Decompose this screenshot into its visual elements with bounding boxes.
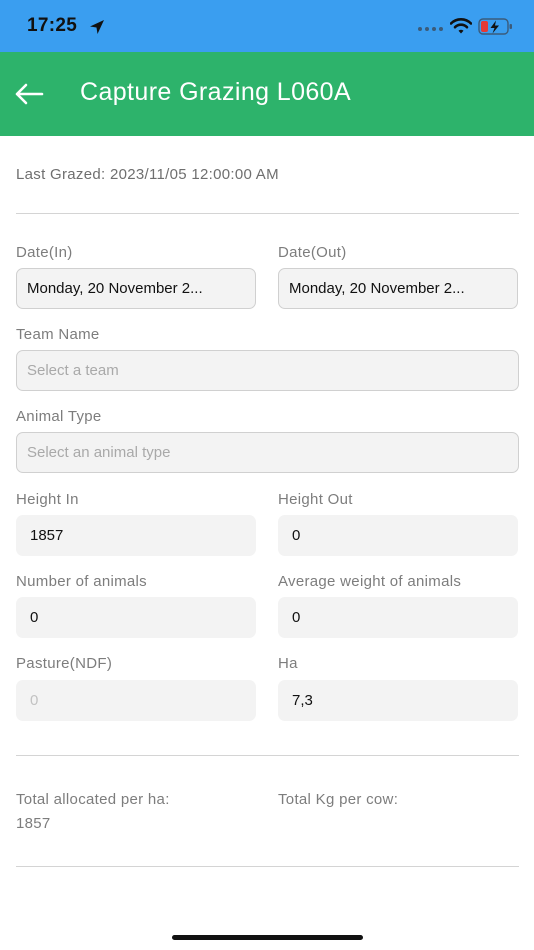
date-in-field[interactable]: Monday, 20 November 2... — [16, 268, 256, 309]
num-animals-label: Number of animals — [16, 573, 147, 590]
num-animals-value: 0 — [30, 609, 39, 626]
height-out-label: Height Out — [278, 491, 353, 508]
height-in-label: Height In — [16, 491, 79, 508]
date-out-label: Date(Out) — [278, 244, 347, 261]
pasture-ndf-label: Pasture(NDF) — [16, 655, 113, 672]
date-out-field[interactable]: Monday, 20 November 2... — [278, 268, 518, 309]
divider — [16, 866, 519, 867]
status-time: 17:25 — [27, 15, 78, 36]
pasture-ndf-input: 0 — [16, 680, 256, 721]
ha-input[interactable]: 7,3 — [278, 680, 518, 721]
divider — [16, 755, 519, 756]
num-animals-input[interactable]: 0 — [16, 597, 256, 638]
battery-charging-icon — [478, 17, 514, 42]
ha-label: Ha — [278, 655, 298, 672]
total-kg-label: Total Kg per cow: — [278, 791, 399, 808]
animal-type-select-placeholder: Select an animal type — [27, 444, 171, 461]
avg-weight-value: 0 — [292, 609, 301, 626]
ha-value: 7,3 — [292, 692, 313, 709]
arrow-left-icon — [15, 83, 44, 105]
animal-type-label: Animal Type — [16, 408, 102, 425]
last-grazed-text: Last Grazed: 2023/11/05 12:00:00 AM — [16, 166, 279, 183]
team-select[interactable]: Select a team — [16, 350, 519, 391]
height-in-input[interactable]: 1857 — [16, 515, 256, 556]
home-indicator[interactable] — [172, 935, 363, 940]
back-button[interactable] — [12, 79, 46, 109]
date-in-label: Date(In) — [16, 244, 73, 261]
app-bar: Capture Grazing L060A — [0, 52, 534, 136]
date-out-value: Monday, 20 November 2... — [289, 280, 465, 297]
date-in-value: Monday, 20 November 2... — [27, 280, 203, 297]
team-select-placeholder: Select a team — [27, 362, 119, 379]
height-out-value: 0 — [292, 527, 301, 544]
signal-dots-icon — [418, 27, 443, 31]
total-allocated-label: Total allocated per ha: — [16, 791, 170, 808]
team-name-label: Team Name — [16, 326, 100, 343]
pasture-ndf-value: 0 — [30, 692, 39, 709]
page-title: Capture Grazing L060A — [80, 78, 352, 106]
animal-type-select[interactable]: Select an animal type — [16, 432, 519, 473]
avg-weight-input[interactable]: 0 — [278, 597, 518, 638]
wifi-icon — [449, 17, 473, 40]
height-in-value: 1857 — [30, 527, 64, 544]
status-bar: 17:25 — [0, 0, 534, 52]
divider — [16, 213, 519, 214]
total-allocated-value: 1857 — [16, 815, 51, 832]
avg-weight-label: Average weight of animals — [278, 573, 462, 590]
height-out-input[interactable]: 0 — [278, 515, 518, 556]
location-arrow-icon — [88, 18, 106, 41]
